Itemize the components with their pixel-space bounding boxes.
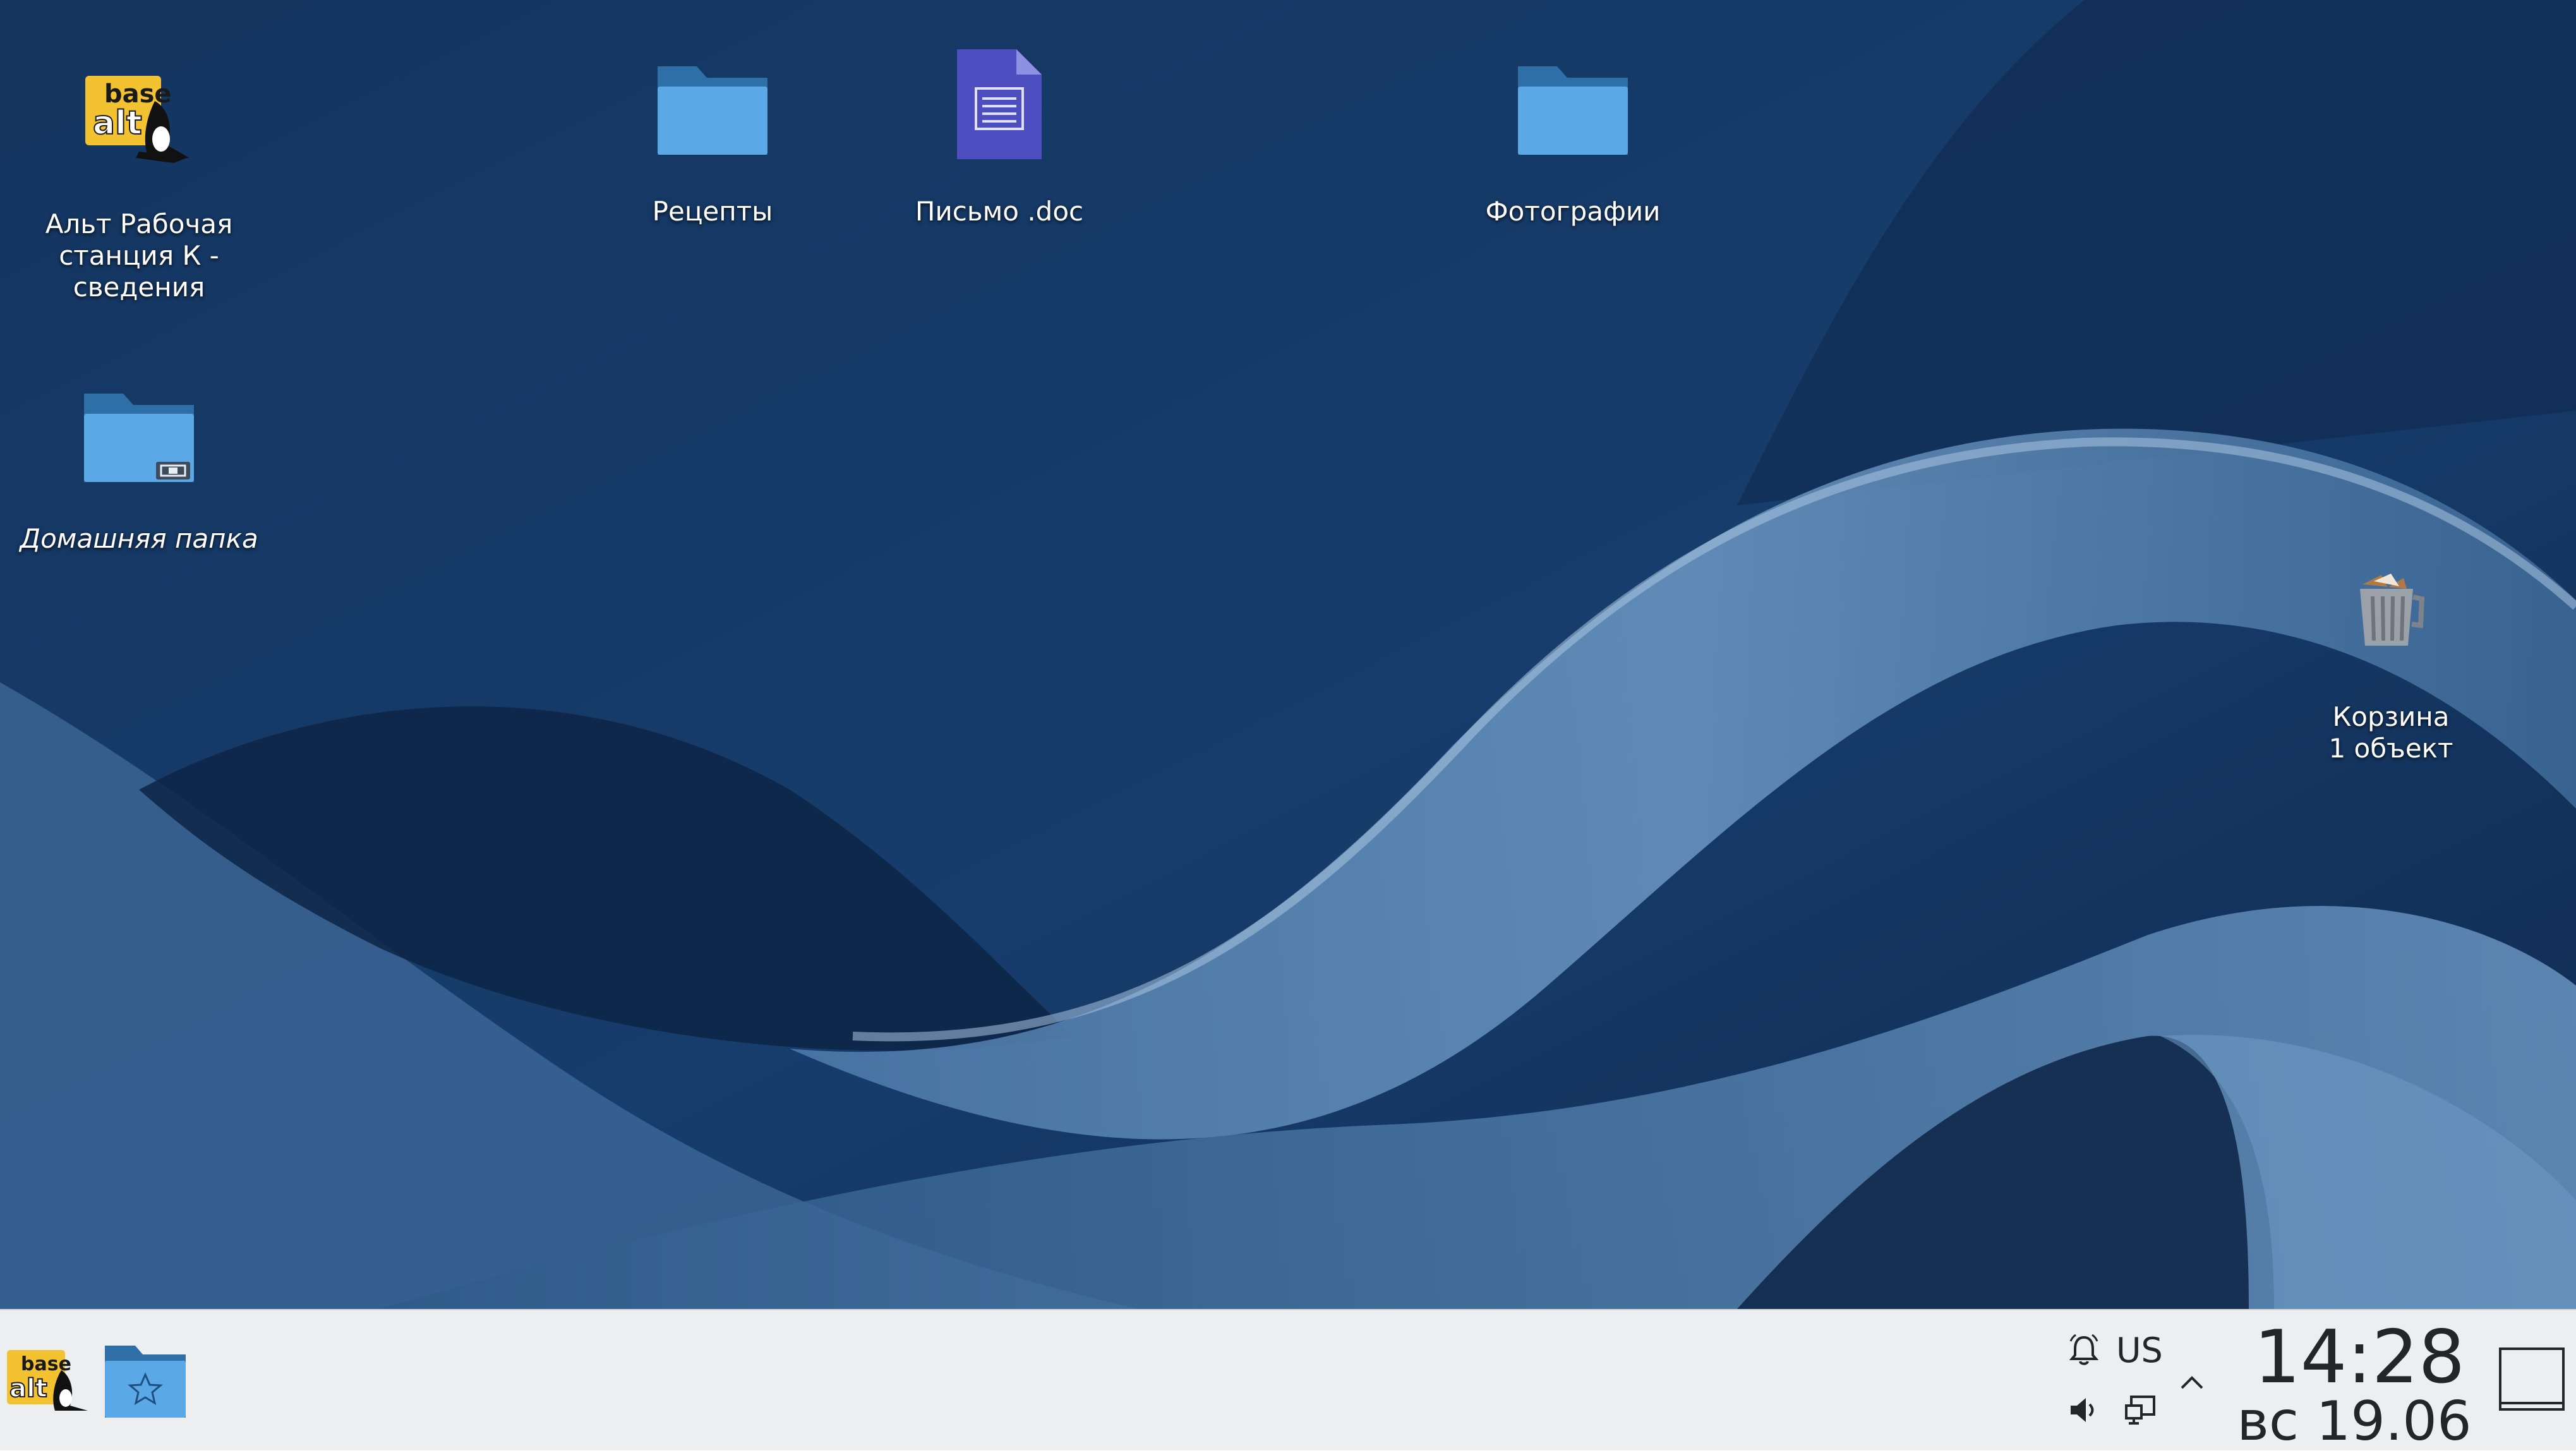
wallpaper bbox=[0, 0, 2576, 1309]
desktop-icon-recipes-folder[interactable]: Рецепты bbox=[580, 38, 845, 227]
chevron-up-icon bbox=[2178, 1373, 2206, 1394]
bell-icon bbox=[2067, 1332, 2101, 1369]
speaker-icon bbox=[2067, 1393, 2101, 1430]
desktop[interactable]: base alt Альт Рабочая станция К - сведен… bbox=[0, 0, 2576, 1309]
network-icon bbox=[2124, 1393, 2158, 1430]
document-icon bbox=[933, 38, 1066, 171]
folder-icon bbox=[1507, 38, 1639, 171]
desktop-icon-photos-folder[interactable]: Фотографии bbox=[1440, 38, 1706, 227]
desktop-icon-home-folder[interactable]: Домашняя папка bbox=[6, 365, 272, 555]
desktop-icon-label: Рецепты bbox=[652, 196, 773, 227]
notifications-button[interactable] bbox=[2064, 1330, 2104, 1371]
desktop-icon-letter-doc[interactable]: Письмо .doc bbox=[867, 38, 1132, 227]
home-folder-icon bbox=[73, 365, 205, 498]
favorites-folder-icon bbox=[102, 1342, 188, 1423]
folder-icon bbox=[646, 38, 779, 171]
application-launcher-button[interactable]: base alt bbox=[0, 1343, 95, 1419]
taskbar-panel: base alt US 14:28 вс 19.06 bbox=[0, 1309, 2576, 1452]
basealt-logo-icon: base alt bbox=[73, 51, 205, 183]
desktop-icon-label: Альт Рабочая станция К - сведения bbox=[45, 208, 233, 303]
trash-icon bbox=[2325, 543, 2457, 676]
network-button[interactable] bbox=[2121, 1391, 2160, 1432]
desktop-icon-label: Домашняя папка bbox=[20, 523, 258, 554]
volume-button[interactable] bbox=[2064, 1391, 2104, 1432]
clock-date: вс 19.06 bbox=[2237, 1390, 2472, 1453]
show-desktop-button[interactable] bbox=[2495, 1343, 2568, 1419]
basealt-logo-icon: base alt bbox=[3, 1345, 92, 1417]
svg-text:base: base bbox=[21, 1353, 71, 1375]
digital-clock[interactable]: 14:28 вс 19.06 bbox=[2224, 1315, 2476, 1452]
keyboard-layout-indicator[interactable]: US bbox=[2116, 1330, 2163, 1371]
show-desktop-icon bbox=[2498, 1345, 2566, 1417]
tray-expand-button[interactable] bbox=[2173, 1365, 2211, 1402]
svg-text:alt: alt bbox=[93, 104, 142, 142]
desktop-icon-label: Корзина 1 объект bbox=[2328, 701, 2453, 764]
desktop-icon-label: Фотографии bbox=[1485, 196, 1661, 227]
task-favorites-folder[interactable] bbox=[101, 1342, 190, 1423]
clock-time: 14:28 bbox=[2254, 1315, 2465, 1400]
desktop-icon-alt-info[interactable]: base alt Альт Рабочая станция К - сведен… bbox=[6, 51, 272, 303]
desktop-icon-trash[interactable]: Корзина 1 объект bbox=[2258, 543, 2524, 764]
svg-text:alt: alt bbox=[9, 1374, 47, 1403]
desktop-icon-label: Письмо .doc bbox=[915, 196, 1084, 227]
